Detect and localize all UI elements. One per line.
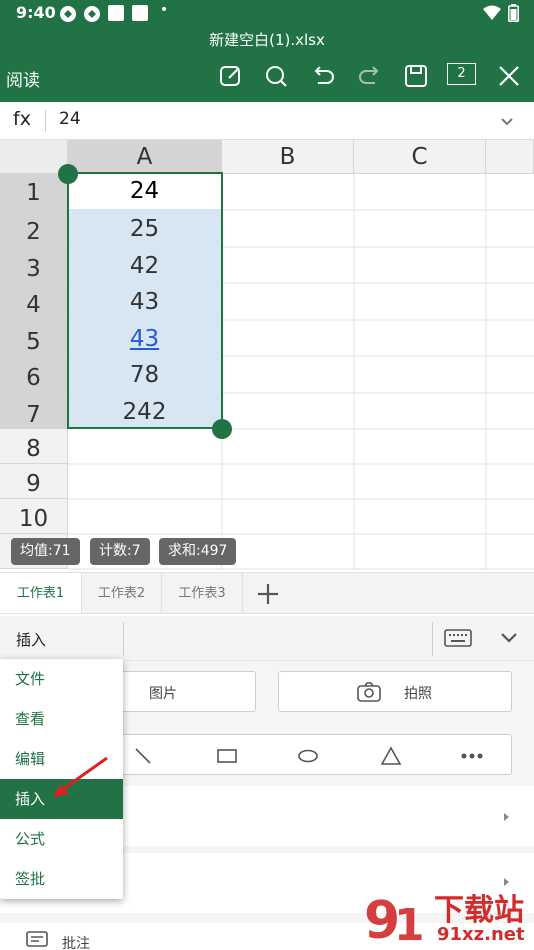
selection-start-handle[interactable] [58,164,78,184]
menu-item-view[interactable]: 查看 [0,699,123,739]
column-header-a[interactable]: A [68,140,222,174]
battery-icon [508,4,519,22]
more-shapes-icon[interactable] [461,752,483,760]
sheet-tab-1[interactable]: 工作表1 [0,573,82,613]
annotation-arrow [53,756,108,797]
status-time: 9:40 [16,3,56,22]
selection-end-handle[interactable] [212,419,232,439]
row-header[interactable]: 1 [0,174,68,210]
sum-chip: 求和:497 [159,538,237,565]
chevron-right-icon [504,878,509,886]
row-header[interactable]: 8 [0,429,68,464]
current-menu-label[interactable]: 插入 [16,629,46,650]
column-header-d[interactable] [486,140,534,174]
notification-icon [60,6,76,22]
formula-input[interactable]: 24 [59,109,81,129]
add-sheet-icon[interactable] [256,582,280,606]
menu-item-formula[interactable]: 公式 [0,819,123,859]
svg-text:1: 1 [394,900,425,950]
window-switch-button[interactable]: 2 [447,63,476,85]
search-icon[interactable] [262,62,290,90]
undo-icon[interactable] [309,62,337,90]
line-shape-icon[interactable] [133,746,153,766]
insert-picture-label: 图片 [149,686,177,702]
sheet-tab-2[interactable]: 工作表2 [82,573,162,613]
toolbar-menu-header: 插入 [0,616,534,661]
watermark-url: 91xz.net [437,924,525,945]
close-icon[interactable] [495,62,523,90]
row-header[interactable]: 10 [0,499,68,534]
chevron-down-icon[interactable] [500,631,518,645]
average-chip: 均值:71 [11,538,80,565]
sheet-tab-bar: 工作表1 工作表2 工作表3 [0,572,534,614]
keyboard-icon[interactable] [444,629,472,647]
row-header[interactable]: 9 [0,464,68,499]
comment-icon [26,931,48,947]
shapes-row [70,734,512,775]
divider [123,622,124,656]
triangle-shape-icon[interactable] [380,746,402,766]
row-header[interactable]: 4 [0,283,68,320]
divider [432,622,433,656]
take-photo-label: 拍照 [404,686,432,702]
grid-lines [68,174,534,570]
sheet-tab-3[interactable]: 工作表3 [162,573,243,613]
formula-bar: fx 24 [0,102,534,140]
row-header[interactable]: 6 [0,356,68,393]
row-header[interactable]: 3 [0,247,68,283]
menu-item-file[interactable]: 文件 [0,659,123,699]
divider [45,110,46,132]
column-header-c[interactable]: C [354,140,486,174]
chevron-down-icon[interactable] [498,112,516,130]
notification-icon [84,6,100,22]
save-icon[interactable] [402,62,430,90]
file-title: 新建空白(1).xlsx [209,31,325,49]
redo-icon[interactable] [356,62,384,90]
row-header[interactable]: 2 [0,210,68,247]
sheet-grid[interactable]: A B C 1 2 3 4 5 6 7 8 9 10 11 24 25 42 4… [0,140,534,570]
more-notifications-dot: • [160,2,169,18]
row-header[interactable]: 7 [0,393,68,429]
read-mode-button[interactable]: 阅读 [6,66,40,91]
comment-label: 批注 [62,936,90,950]
row-header[interactable]: 5 [0,320,68,356]
take-photo-button[interactable]: 拍照 [278,671,512,712]
oval-shape-icon[interactable] [297,748,319,764]
menu-item-review[interactable]: 签批 [0,859,123,899]
fx-label: fx [13,108,31,130]
title-bar: 9:40 • 新建空白(1).xlsx 阅读 2 [0,0,534,102]
column-header-b[interactable]: B [222,140,354,174]
count-chip: 计数:7 [90,538,150,565]
app-notification-icon [132,5,148,21]
app-notification-icon [108,5,124,21]
camera-icon [357,682,381,702]
chevron-right-icon [504,813,509,821]
select-all-corner[interactable] [0,140,68,174]
rectangle-shape-icon[interactable] [216,748,238,764]
wifi-icon [483,5,501,20]
svg-text:下载站: 下载站 [434,893,524,928]
edit-icon[interactable] [217,62,245,90]
